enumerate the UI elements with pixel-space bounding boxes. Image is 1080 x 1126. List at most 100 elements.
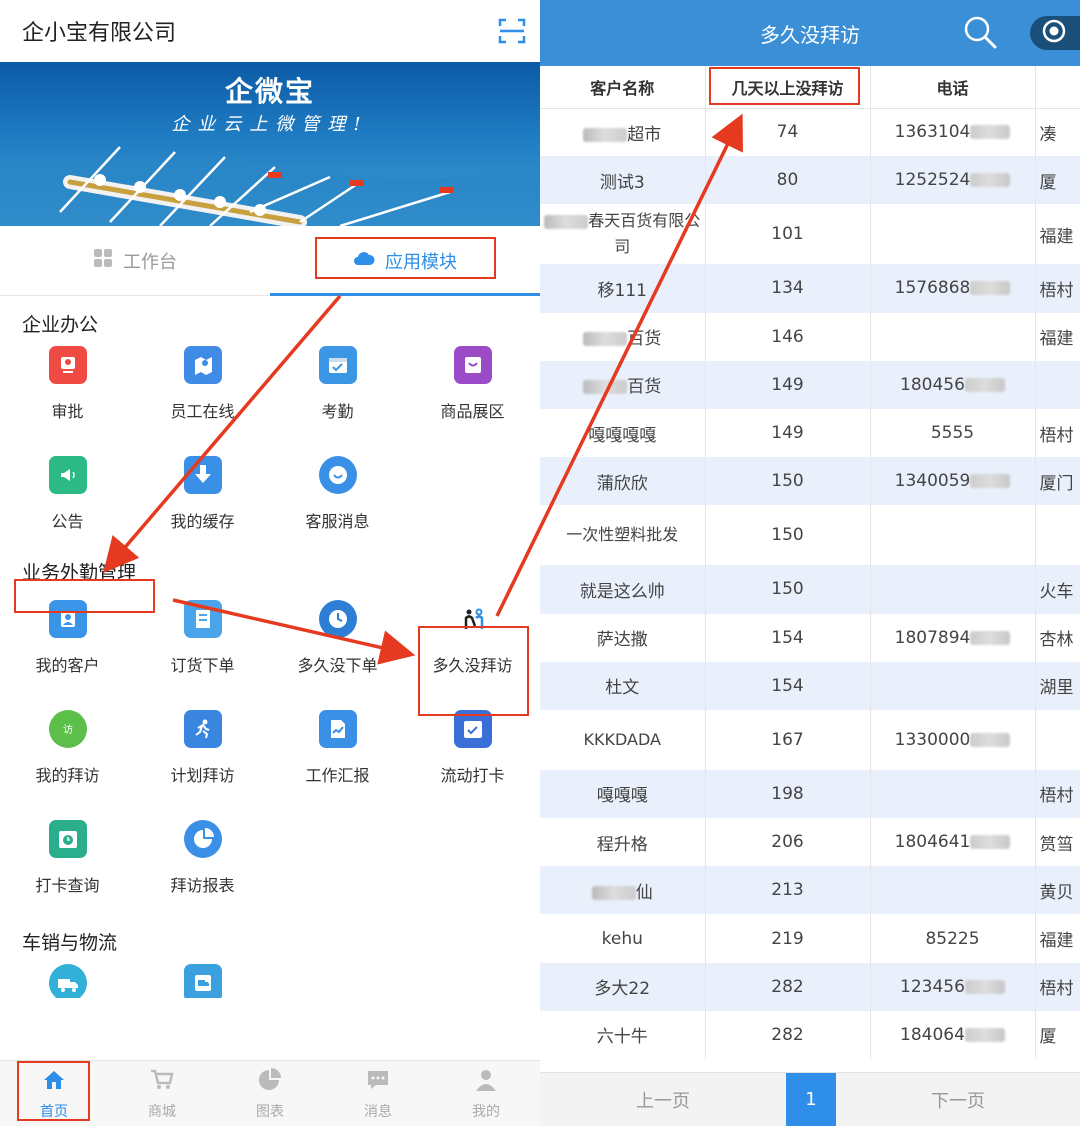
- bottom-nav: 首页 商城 图表 消息 我的: [0, 1060, 540, 1126]
- module-item[interactable]: 访我的拜访: [0, 704, 135, 814]
- customer-name: KKKDADA: [583, 729, 661, 749]
- days-cell: 134: [705, 264, 871, 313]
- module-item[interactable]: 商品展区: [405, 340, 540, 450]
- nav-item[interactable]: 首页: [0, 1061, 108, 1126]
- nav-label: 图表: [256, 1103, 284, 1120]
- table-row[interactable]: 仙 213 黄贝: [540, 866, 1080, 915]
- redacted-text: [583, 332, 628, 347]
- phone-cell: 1330000: [870, 709, 1036, 770]
- phone-cell: 1363104: [870, 108, 1036, 157]
- table-row[interactable]: 移111 134 1576868 梧村: [540, 264, 1080, 313]
- field-grid: 我的客户 订货下单多久没下单 多久没拜访访我的拜访 计划拜访 工作汇报 流动打卡打卡查询拜…: [0, 594, 540, 924]
- module-label: 商品展区: [440, 402, 505, 421]
- table-row[interactable]: KKKDADA 167 1330000: [540, 709, 1080, 770]
- table-row[interactable]: 多大22 282 123456 梧村: [540, 962, 1080, 1011]
- record-button[interactable]: [1030, 16, 1080, 50]
- address-cell: [1035, 709, 1080, 770]
- clock-icon: [318, 600, 357, 638]
- nav-item[interactable]: 消息: [324, 1061, 432, 1126]
- table-row[interactable]: 嘎嘎嘎 198 梧村: [540, 769, 1080, 819]
- office-grid: 审批 员工在线 考勤 商品展区公告 我的缓存 客服消息: [0, 340, 540, 560]
- table-row[interactable]: 六十牛 282 184064 厦: [540, 1010, 1080, 1059]
- customer-name-cell: 仙: [540, 866, 706, 915]
- report-icon: [318, 710, 357, 748]
- customer-name: 测试3: [599, 172, 645, 193]
- days-cell: 150: [705, 505, 871, 566]
- tab-workbench[interactable]: 工作台: [0, 226, 270, 295]
- truck-icon: [48, 964, 87, 998]
- redacted-text: [970, 281, 1011, 296]
- customer-name-cell: 杜文: [540, 661, 706, 710]
- customer-name-cell: 一次性塑料批发: [540, 505, 706, 566]
- address-cell: 黄贝: [1035, 866, 1080, 915]
- module-item[interactable]: 多久没拜访: [405, 594, 540, 704]
- tab-app-modules[interactable]: 应用模块: [270, 226, 540, 295]
- module-item[interactable]: 公告: [0, 450, 135, 560]
- table-row[interactable]: 一次性塑料批发 150: [540, 505, 1080, 566]
- table-row[interactable]: 测试3 80 1252524 厦: [540, 156, 1080, 205]
- module-item[interactable]: 订货下单: [135, 594, 270, 704]
- section-title: 车销与物流: [22, 931, 118, 954]
- redacted-text: [544, 214, 589, 229]
- module-item[interactable]: 计划拜访: [135, 704, 270, 814]
- module-item[interactable]: 客服消息: [270, 450, 405, 560]
- nav-item[interactable]: 商城: [108, 1061, 216, 1126]
- redacted-text: [970, 125, 1011, 140]
- column-header[interactable]: 客户名称: [540, 66, 706, 109]
- module-item[interactable]: [0, 958, 135, 998]
- column-header[interactable]: 电话: [870, 66, 1036, 109]
- table-row[interactable]: 程升格 206 1804641 筼筜: [540, 818, 1080, 867]
- prev-page-button[interactable]: 上一页: [540, 1087, 786, 1113]
- table-row[interactable]: 百货 146 福建: [540, 312, 1080, 361]
- address-cell: 凑: [1035, 108, 1080, 157]
- module-item[interactable]: [135, 958, 270, 998]
- nav-item[interactable]: 我的: [432, 1061, 540, 1126]
- table-row[interactable]: 嘎嘎嘎嘎 149 5555 梧村: [540, 408, 1080, 458]
- days-cell: 80: [705, 156, 871, 205]
- module-item[interactable]: 多久没下单: [270, 594, 405, 704]
- table-row[interactable]: 百货 149 180456: [540, 360, 1080, 409]
- customer-name: 多大22: [594, 979, 651, 1000]
- module-item[interactable]: 流动打卡: [405, 704, 540, 814]
- table-row[interactable]: kehu 219 85225 福建: [540, 914, 1080, 963]
- module-item[interactable]: 打卡查询: [0, 814, 135, 924]
- next-page-button[interactable]: 下一页: [836, 1087, 1080, 1113]
- customer-name-cell: 测试3: [540, 156, 706, 205]
- module-item[interactable]: 我的缓存: [135, 450, 270, 560]
- module-item[interactable]: 考勤: [270, 340, 405, 450]
- module-item[interactable]: 工作汇报: [270, 704, 405, 814]
- search-icon[interactable]: [962, 14, 998, 50]
- days-cell: 146: [705, 312, 871, 361]
- table-row[interactable]: 超市 74 1363104 凑: [540, 108, 1080, 157]
- redacted-text: [970, 732, 1011, 747]
- phone-number: 1576868: [894, 278, 971, 299]
- module-tabs: 工作台 应用模块: [0, 226, 540, 296]
- pagination: 上一页 1 下一页: [540, 1072, 1080, 1126]
- column-header[interactable]: [1035, 66, 1080, 109]
- screenshot-root: 企小宝有限公司 企微宝 企业云上微管理! 工作台 应用模块 企业办公 审批 员工…: [0, 0, 1080, 1126]
- current-page[interactable]: 1: [786, 1072, 836, 1126]
- column-header[interactable]: 几天以上没拜访: [705, 66, 871, 109]
- address-cell: 厦: [1035, 1010, 1080, 1059]
- redacted-text: [964, 377, 1005, 392]
- address-cell: [1035, 360, 1080, 409]
- customer-name-cell: KKKDADA: [540, 709, 706, 770]
- scan-icon[interactable]: [498, 17, 526, 45]
- table-row[interactable]: 杜文 154 湖里: [540, 661, 1080, 710]
- home-panel: 企小宝有限公司 企微宝 企业云上微管理! 工作台 应用模块 企业办公 审批 员工…: [0, 0, 540, 1126]
- banner: 企微宝 企业云上微管理!: [0, 62, 540, 226]
- module-item[interactable]: 审批: [0, 340, 135, 450]
- nav-item[interactable]: 图表: [216, 1061, 324, 1126]
- module-label: 我的客户: [35, 656, 100, 675]
- module-label: 多久没下单: [297, 656, 378, 675]
- table-row[interactable]: 春天百货有限公司 101 福建: [540, 204, 1080, 265]
- phone-cell: [870, 204, 1036, 265]
- module-item[interactable]: 员工在线: [135, 340, 270, 450]
- module-item[interactable]: 拜访报表: [135, 814, 270, 924]
- days-cell: 167: [705, 709, 871, 770]
- table-row[interactable]: 萨达撒 154 1807894 杏林: [540, 613, 1080, 662]
- phone-number: 5555: [930, 423, 975, 444]
- module-item[interactable]: 我的客户: [0, 594, 135, 704]
- table-row[interactable]: 蒲欣欣 150 1340059 厦门: [540, 457, 1080, 506]
- table-row[interactable]: 就是这么帅 150 火车: [540, 565, 1080, 614]
